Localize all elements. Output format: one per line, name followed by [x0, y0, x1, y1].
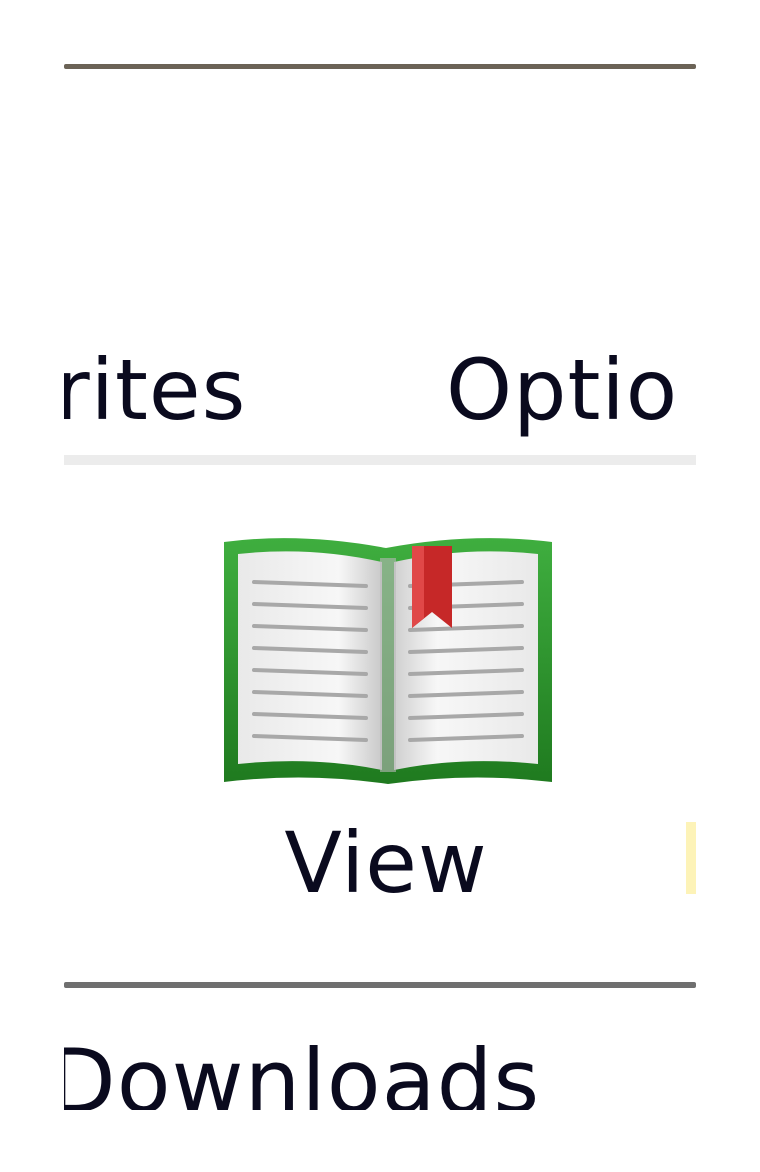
bottom-divider: [64, 982, 696, 988]
menu-divider: [64, 455, 696, 465]
menu-favorites-text-post: rites: [64, 341, 247, 439]
adjacent-button-edge: [686, 822, 696, 894]
view-label: View: [284, 814, 488, 912]
menu-options[interactable]: Optio: [446, 335, 678, 445]
bottom-crop-edge: [0, 1110, 760, 1172]
book-icon: [224, 538, 552, 784]
view-button[interactable]: View: [206, 520, 566, 915]
menu-favorites[interactable]: vorites: [64, 335, 246, 445]
menu-bar: vorites Optio: [64, 335, 696, 445]
top-divider: [64, 64, 696, 69]
